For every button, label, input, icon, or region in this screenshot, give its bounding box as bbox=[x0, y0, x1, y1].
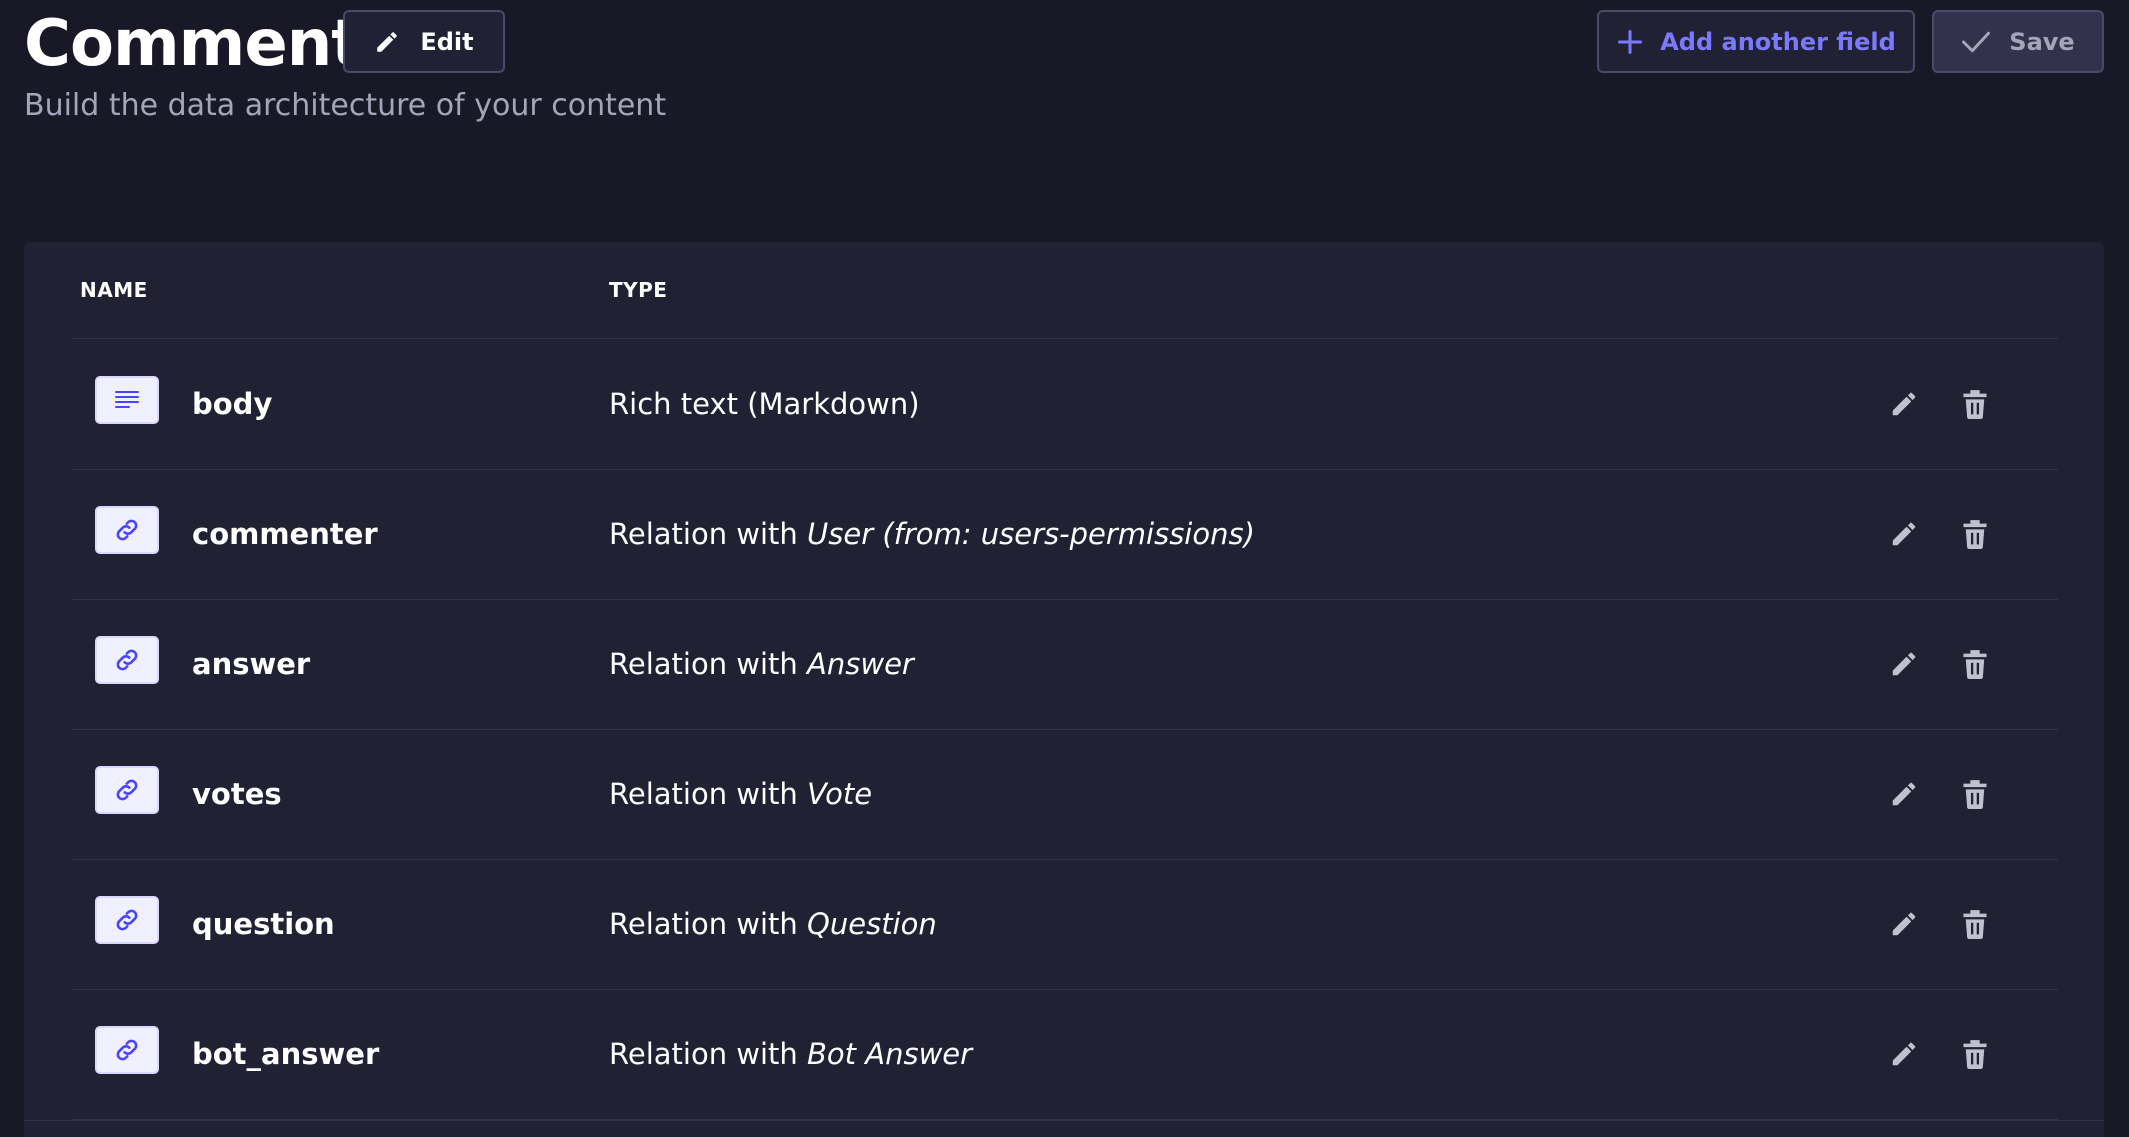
relation-field-icon bbox=[95, 506, 159, 554]
edit-button[interactable]: Edit bbox=[343, 10, 505, 73]
field-name: commenter bbox=[192, 517, 378, 551]
field-type: Relation with Question bbox=[609, 907, 937, 941]
relation-field-icon bbox=[95, 896, 159, 944]
table-row: body Rich text (Markdown) bbox=[72, 339, 2058, 470]
table-row: bot_answer Relation with Bot Answer bbox=[72, 989, 2058, 1120]
table-row: answer Relation with Answer bbox=[72, 599, 2058, 730]
field-name: body bbox=[192, 387, 273, 421]
delete-field-button[interactable] bbox=[1955, 774, 1995, 814]
page-title: Comment bbox=[24, 7, 362, 81]
add-another-field-button[interactable]: Add another field bbox=[1597, 10, 1915, 73]
relation-field-icon bbox=[95, 636, 159, 684]
pencil-icon bbox=[1892, 652, 1916, 676]
pencil-icon bbox=[1892, 912, 1916, 936]
column-header-name: NAME bbox=[80, 278, 148, 302]
field-name: answer bbox=[192, 647, 311, 681]
pencil-icon bbox=[1892, 1042, 1916, 1066]
edit-button-label: Edit bbox=[420, 27, 474, 56]
trash-icon bbox=[1963, 1040, 1987, 1069]
table-row: commenter Relation with User (from: user… bbox=[72, 469, 2058, 600]
trash-icon bbox=[1963, 910, 1987, 939]
edit-field-button[interactable] bbox=[1884, 514, 1924, 554]
edit-field-button[interactable] bbox=[1884, 644, 1924, 684]
delete-field-button[interactable] bbox=[1955, 384, 1995, 424]
save-button[interactable]: Save bbox=[1932, 10, 2104, 73]
delete-field-button[interactable] bbox=[1955, 514, 1995, 554]
field-type: Relation with Bot Answer bbox=[609, 1037, 973, 1071]
delete-field-button[interactable] bbox=[1955, 1034, 1995, 1074]
add-another-field-label: Add another field bbox=[1660, 27, 1896, 56]
save-button-label: Save bbox=[2009, 27, 2075, 56]
pencil-icon bbox=[1892, 392, 1916, 416]
table-row: question Relation with Question bbox=[72, 859, 2058, 990]
field-type: Relation with User (from: users-permissi… bbox=[609, 517, 1255, 551]
page-subtitle: Build the data architecture of your cont… bbox=[24, 88, 667, 123]
field-name: question bbox=[192, 907, 335, 941]
delete-field-button[interactable] bbox=[1955, 904, 1995, 944]
column-header-type: TYPE bbox=[609, 278, 668, 302]
edit-field-button[interactable] bbox=[1884, 1034, 1924, 1074]
field-type: Relation with Answer bbox=[609, 647, 914, 681]
pencil-icon bbox=[1892, 782, 1916, 806]
table-bottom-divider bbox=[24, 1120, 2104, 1121]
trash-icon bbox=[1963, 520, 1987, 549]
field-type: Relation with Vote bbox=[609, 777, 873, 811]
edit-field-button[interactable] bbox=[1884, 384, 1924, 424]
field-name: votes bbox=[192, 777, 282, 811]
pencil-icon bbox=[1892, 522, 1916, 546]
text-field-icon bbox=[95, 376, 159, 424]
table-header: NAME TYPE bbox=[72, 242, 2058, 339]
content-type-builder-page: Comment Build the data architecture of y… bbox=[0, 0, 2129, 1137]
trash-icon bbox=[1963, 780, 1987, 809]
pencil-icon bbox=[374, 29, 400, 55]
field-name: bot_answer bbox=[192, 1037, 380, 1071]
plus-icon bbox=[1616, 28, 1644, 56]
trash-icon bbox=[1963, 390, 1987, 419]
relation-field-icon bbox=[95, 766, 159, 814]
edit-field-button[interactable] bbox=[1884, 774, 1924, 814]
trash-icon bbox=[1963, 650, 1987, 679]
relation-field-icon bbox=[95, 1026, 159, 1074]
field-type: Rich text (Markdown) bbox=[609, 387, 920, 421]
fields-table: NAME TYPE body Rich text (Markdown) comm… bbox=[24, 242, 2104, 1137]
table-row: votes Relation with Vote bbox=[72, 729, 2058, 860]
delete-field-button[interactable] bbox=[1955, 644, 1995, 684]
check-icon bbox=[1961, 29, 1991, 55]
edit-field-button[interactable] bbox=[1884, 904, 1924, 944]
